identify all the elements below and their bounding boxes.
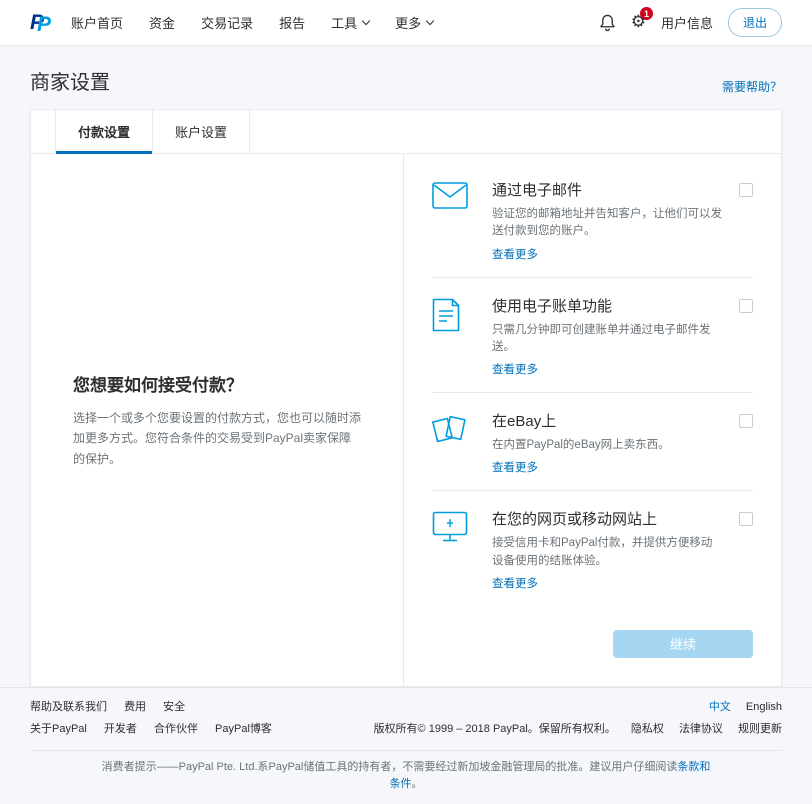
option-text: 在您的网页或移动网站上 接受信用卡和PayPal付款，并提供方便移动设备使用的结…	[492, 508, 739, 592]
footer-link-about[interactable]: 关于PayPal	[30, 723, 87, 735]
nav-item-label: 账户首页	[71, 13, 123, 32]
payment-option-website: 在您的网页或移动网站上 接受信用卡和PayPal付款，并提供方便移动设备使用的结…	[432, 490, 753, 606]
footer-links-left: 帮助及联系我们 费用 安全 关于PayPal 开发者 合作伙伴 PayPal博客	[30, 698, 286, 742]
option-text: 在eBay上 在内置PayPal的eBay网上卖东西。 查看更多	[492, 410, 739, 476]
card-body: 您想要如何接受付款？ 选择一个或多个您要设置的付款方式，您也可以随时添加更多方式…	[31, 154, 781, 686]
ebay-option-checkbox[interactable]	[739, 414, 753, 428]
footer-main: 帮助及联系我们 费用 安全 关于PayPal 开发者 合作伙伴 PayPal博客…	[30, 698, 782, 750]
invoice-icon	[432, 295, 492, 332]
nav-right: ⚙ 1 用户信息 退出	[599, 8, 782, 37]
nav-item-account-home[interactable]: 账户首页	[71, 13, 123, 32]
option-text: 通过电子邮件 验证您的邮箱地址并告知客户，让他们可以发送付款到您的账户。 查看更…	[492, 179, 739, 263]
copyright-text: 版权所有© 1999 – 2018 PayPal。保留所有权利。	[374, 723, 616, 735]
nav-item-label: 交易记录	[201, 13, 253, 32]
intro-heading: 您想要如何接受付款？	[73, 371, 361, 396]
see-more-link[interactable]: 查看更多	[492, 459, 538, 475]
main-content: 商家设置 需要帮助？ 付款设置 账户设置 您想要如何接受付款？ 选择一个或多个您…	[0, 46, 812, 687]
page-header: 商家设置 需要帮助？	[30, 58, 782, 109]
see-more-link[interactable]: 查看更多	[492, 361, 538, 377]
nav-item-funds[interactable]: 资金	[149, 13, 175, 32]
nav-item-reports[interactable]: 报告	[279, 13, 305, 32]
tabs-bar: 付款设置 账户设置	[31, 110, 781, 154]
nav-item-label: 报告	[279, 13, 305, 32]
ebay-tags-icon	[432, 410, 492, 445]
user-info-label[interactable]: 用户信息	[661, 13, 713, 32]
footer-link-legal[interactable]: 法律协议	[679, 723, 723, 735]
envelope-icon	[432, 179, 492, 209]
nav-item-label: 工具	[331, 13, 357, 32]
continue-button[interactable]: 继续	[613, 630, 753, 658]
language-switcher: 中文 English	[374, 698, 782, 714]
chevron-down-icon	[426, 17, 434, 25]
page-title: 商家设置	[30, 66, 110, 95]
footer-link-help[interactable]: 帮助及联系我们	[30, 701, 107, 713]
footer-link-fees[interactable]: 费用	[124, 701, 146, 713]
footer-links-row-1: 帮助及联系我们 费用 安全	[30, 698, 286, 714]
footer-link-policy-updates[interactable]: 规则更新	[738, 723, 782, 735]
paypal-logo-front-p: P	[37, 13, 51, 36]
option-title: 通过电子邮件	[492, 179, 723, 200]
payment-option-invoice: 使用电子账单功能 只需几分钟即可创建账单并通过电子邮件发送。 查看更多	[432, 277, 753, 393]
top-navigation: PP 账户首页 资金 交易记录 报告 工具 更多 ⚙ 1 用户	[0, 0, 812, 46]
footer-link-partners[interactable]: 合作伙伴	[154, 723, 198, 735]
monitor-icon	[432, 508, 492, 543]
intro-description: 选择一个或多个您要设置的付款方式，您也可以随时添加更多方式。您符合条件的交易受到…	[73, 408, 361, 469]
tab-payment-settings[interactable]: 付款设置	[55, 110, 153, 153]
settings-gear-icon[interactable]: ⚙ 1	[631, 14, 646, 31]
payment-option-email: 通过电子邮件 验证您的邮箱地址并告知客户，让他们可以发送付款到您的账户。 查看更…	[432, 162, 753, 277]
payment-options-list: 通过电子邮件 验证您的邮箱地址并告知客户，让他们可以发送付款到您的账户。 查看更…	[403, 154, 781, 686]
footer-link-privacy[interactable]: 隐私权	[631, 723, 664, 735]
nav-item-more[interactable]: 更多	[395, 13, 433, 32]
nav-item-label: 更多	[395, 13, 421, 32]
chevron-down-icon	[362, 17, 370, 25]
invoice-option-checkbox[interactable]	[739, 299, 753, 313]
language-link-chinese[interactable]: 中文	[709, 701, 731, 713]
intro-panel: 您想要如何接受付款？ 选择一个或多个您要设置的付款方式，您也可以随时添加更多方式…	[31, 154, 403, 686]
disclaimer-suffix: 。	[412, 778, 423, 790]
footer-link-security[interactable]: 安全	[163, 701, 185, 713]
language-link-english[interactable]: English	[746, 701, 782, 713]
nav-item-tools[interactable]: 工具	[331, 13, 369, 32]
notifications-bell-icon[interactable]	[599, 13, 616, 32]
help-link[interactable]: 需要帮助？	[722, 78, 782, 95]
paypal-logo[interactable]: PP	[30, 12, 51, 33]
nav-item-label: 资金	[149, 13, 175, 32]
see-more-link[interactable]: 查看更多	[492, 246, 538, 262]
payment-option-ebay: 在eBay上 在内置PayPal的eBay网上卖东西。 查看更多	[432, 392, 753, 490]
footer-link-developers[interactable]: 开发者	[104, 723, 137, 735]
nav-item-transactions[interactable]: 交易记录	[201, 13, 253, 32]
consumer-disclaimer: 消费者提示——PayPal Pte. Ltd.系PayPal储值工具的持有者，不…	[30, 750, 782, 804]
option-description: 接受信用卡和PayPal付款，并提供方便移动设备使用的结账体验。	[492, 535, 723, 570]
option-title: 在您的网页或移动网站上	[492, 508, 723, 529]
tab-account-settings[interactable]: 账户设置	[153, 110, 250, 153]
notification-badge: 1	[640, 7, 653, 20]
page-footer: 帮助及联系我们 费用 安全 关于PayPal 开发者 合作伙伴 PayPal博客…	[0, 687, 812, 804]
option-description: 在内置PayPal的eBay网上卖东西。	[492, 437, 723, 454]
legal-row: 版权所有© 1999 – 2018 PayPal。保留所有权利。 隐私权 法律协…	[374, 720, 782, 736]
footer-links-right: 中文 English 版权所有© 1999 – 2018 PayPal。保留所有…	[374, 698, 782, 742]
footer-links-row-2: 关于PayPal 开发者 合作伙伴 PayPal博客	[30, 720, 286, 736]
footer-link-blog[interactable]: PayPal博客	[215, 723, 272, 735]
website-option-checkbox[interactable]	[739, 512, 753, 526]
logout-button[interactable]: 退出	[728, 8, 782, 37]
option-description: 验证您的邮箱地址并告知客户，让他们可以发送付款到您的账户。	[492, 206, 723, 241]
paypal-merchant-settings-app: PP 账户首页 资金 交易记录 报告 工具 更多 ⚙ 1 用户	[0, 0, 812, 657]
option-title: 使用电子账单功能	[492, 295, 723, 316]
option-text: 使用电子账单功能 只需几分钟即可创建账单并通过电子邮件发送。 查看更多	[492, 295, 739, 379]
see-more-link[interactable]: 查看更多	[492, 575, 538, 591]
option-description: 只需几分钟即可创建账单并通过电子邮件发送。	[492, 322, 723, 357]
settings-card: 付款设置 账户设置 您想要如何接受付款？ 选择一个或多个您要设置的付款方式，您也…	[30, 109, 782, 687]
main-menu: 账户首页 资金 交易记录 报告 工具 更多	[71, 13, 433, 32]
option-title: 在eBay上	[492, 410, 723, 431]
email-option-checkbox[interactable]	[739, 183, 753, 197]
disclaimer-text: 消费者提示——PayPal Pte. Ltd.系PayPal储值工具的持有者，不…	[102, 761, 678, 773]
nav-left: PP 账户首页 资金 交易记录 报告 工具 更多	[30, 12, 433, 33]
